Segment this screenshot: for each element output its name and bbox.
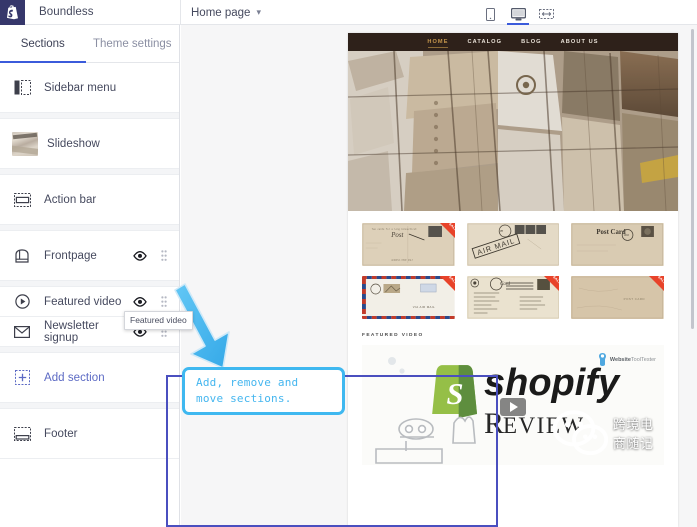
page-selector[interactable]: Home page ▾: [191, 0, 261, 25]
sidebar-item-footer[interactable]: Footer: [0, 409, 179, 459]
postcard-post-card-stamp-image: Post Card1918: [571, 223, 664, 266]
sidebar-item-label: Featured video: [44, 296, 133, 308]
sidebar-item-slideshow[interactable]: Slideshow: [0, 119, 179, 169]
product-card[interactable]: PMAIR MAIL: [467, 223, 560, 266]
hero-image: [348, 51, 678, 211]
storefront-nav: HOME CATALOG BLOG ABOUT US: [348, 33, 678, 51]
watermark-brand-light: Website: [610, 357, 631, 363]
sidebar-item-label: Footer: [44, 428, 167, 440]
drag-handle-icon[interactable]: [161, 250, 167, 262]
svg-text:Two cents for a long Connectic: Two cents for a long Connecticut: [372, 228, 417, 231]
image-thumbnail: [12, 132, 38, 156]
add-section-label: Add section: [44, 372, 167, 384]
mobile-icon[interactable]: [481, 3, 499, 25]
featured-video-section: FEATURED VIDEO S shopify R EVIEW: [348, 323, 678, 465]
top-bar: Boundless Home page ▾: [0, 0, 697, 25]
sidebar-menu-icon: [12, 78, 32, 98]
svg-text:S: S: [446, 377, 463, 411]
row-actions: [133, 296, 167, 308]
chevron-down-icon: ▾: [256, 8, 261, 17]
theme-editor-screen: Boundless Home page ▾ Sections: [0, 0, 697, 527]
add-section-button[interactable]: Add section: [0, 353, 179, 403]
product-card[interactable]: Card SALE: [467, 276, 560, 319]
nav-link-home[interactable]: HOME: [427, 39, 448, 45]
fullwidth-icon[interactable]: [537, 3, 555, 25]
eye-icon[interactable]: [133, 251, 147, 261]
postcard-air-mail-stamps-image: PMAIR MAIL: [467, 223, 560, 266]
footer-icon: [12, 424, 32, 444]
svg-text:Post: Post: [390, 232, 404, 239]
play-circle-icon: [12, 292, 32, 312]
sale-badge: SALE: [440, 276, 455, 291]
nav-link-catalog[interactable]: CATALOG: [468, 39, 503, 45]
callout-line-2: move sections.: [196, 391, 342, 407]
callout-line-1: Add, remove and: [196, 375, 342, 391]
device-switcher: [481, 0, 555, 25]
product-grid-wrap: Two cents for a long ConnecticutPost ADDR…: [348, 211, 678, 323]
tab-sections[interactable]: Sections: [0, 25, 86, 62]
sections-sidebar: Sections Theme settings Sidebar menu Sli…: [0, 25, 180, 527]
featured-video-heading: FEATURED VIDEO: [362, 333, 664, 338]
sale-badge: SALE: [649, 276, 664, 291]
sidebar-item-label: Frontpage: [44, 250, 133, 262]
tab-theme-settings[interactable]: Theme settings: [86, 25, 179, 62]
theme-preview-pane: HOME CATALOG BLOG ABOUT US: [181, 25, 697, 527]
tooltip-featured-video: Featured video: [124, 311, 193, 330]
product-card[interactable]: Two cents for a long ConnecticutPost ADDR…: [362, 223, 455, 266]
section-list: Sidebar menu Slideshow Action bar Frontp…: [0, 63, 179, 459]
annotation-callout: Add, remove and move sections.: [182, 367, 345, 415]
product-card[interactable]: Post Card1918: [571, 223, 664, 266]
watermark-text: WebsiteToolTester: [610, 357, 656, 363]
annotation-arrow-icon: [173, 280, 268, 380]
svg-text:Post Card: Post Card: [597, 229, 627, 236]
watermark-brand-dark: ToolTester: [631, 357, 656, 363]
wechat-watermark: 跨境电商随记: [553, 409, 656, 457]
sale-badge-label: SALE: [445, 219, 461, 235]
sale-badge: SALE: [544, 276, 559, 291]
eye-icon[interactable]: [133, 297, 147, 307]
add-section-icon: [12, 368, 32, 388]
store-name: Boundless: [39, 6, 94, 18]
sidebar-item-label: Sidebar menu: [44, 82, 167, 94]
action-bar-icon: [12, 190, 32, 210]
sidebar-item-label: Slideshow: [47, 138, 167, 150]
frontpage-icon: [12, 246, 32, 266]
page-selector-label: Home page: [191, 7, 250, 19]
sale-badge: SALE: [440, 223, 455, 238]
svg-text:1918: 1918: [624, 234, 630, 237]
featured-video-player[interactable]: S shopify R EVIEW: [362, 345, 664, 465]
sidebar-tabs: Sections Theme settings: [0, 25, 179, 63]
watermark-websitetooltester: WebsiteToolTester: [598, 353, 656, 366]
storefront-canvas: HOME CATALOG BLOG ABOUT US: [348, 33, 678, 527]
preview-scrollbar[interactable]: [691, 29, 694, 329]
row-actions: [133, 250, 167, 262]
tab-sections-label: Sections: [21, 38, 65, 50]
sidebar-item-label: Newsletter signup: [44, 320, 133, 344]
svg-text:POST CARD: POST CARD: [624, 297, 645, 301]
sale-badge-label: SALE: [654, 272, 670, 288]
wechat-watermark-text: 跨境电商随记: [613, 414, 656, 452]
product-card[interactable]: VIA AIR MAIL SALE: [362, 276, 455, 319]
svg-text:VIA AIR MAIL: VIA AIR MAIL: [413, 305, 435, 309]
sidebar-item-action-bar[interactable]: Action bar: [0, 175, 179, 225]
svg-text:ADDRESS HERE ONLY: ADDRESS HERE ONLY: [391, 259, 413, 262]
desktop-icon[interactable]: [509, 3, 527, 25]
product-grid: Two cents for a long ConnecticutPost ADDR…: [362, 223, 664, 319]
drag-handle-icon[interactable]: [161, 296, 167, 308]
envelope-icon: [12, 322, 32, 342]
nav-link-blog[interactable]: BLOG: [521, 39, 542, 45]
product-card[interactable]: POST CARD SALE: [571, 276, 664, 319]
sale-badge-label: SALE: [445, 272, 461, 288]
play-button-icon[interactable]: [500, 398, 526, 416]
sidebar-item-sidebar-menu[interactable]: Sidebar menu: [0, 63, 179, 113]
nav-link-about-us[interactable]: ABOUT US: [561, 39, 599, 45]
sidebar-item-frontpage[interactable]: Frontpage: [0, 231, 179, 281]
sale-badge-label: SALE: [550, 272, 566, 288]
sidebar-item-label: Action bar: [44, 194, 167, 206]
topbar-divider: [180, 0, 181, 25]
shopify-bag-icon[interactable]: [0, 0, 25, 25]
tab-theme-settings-label: Theme settings: [93, 38, 172, 50]
